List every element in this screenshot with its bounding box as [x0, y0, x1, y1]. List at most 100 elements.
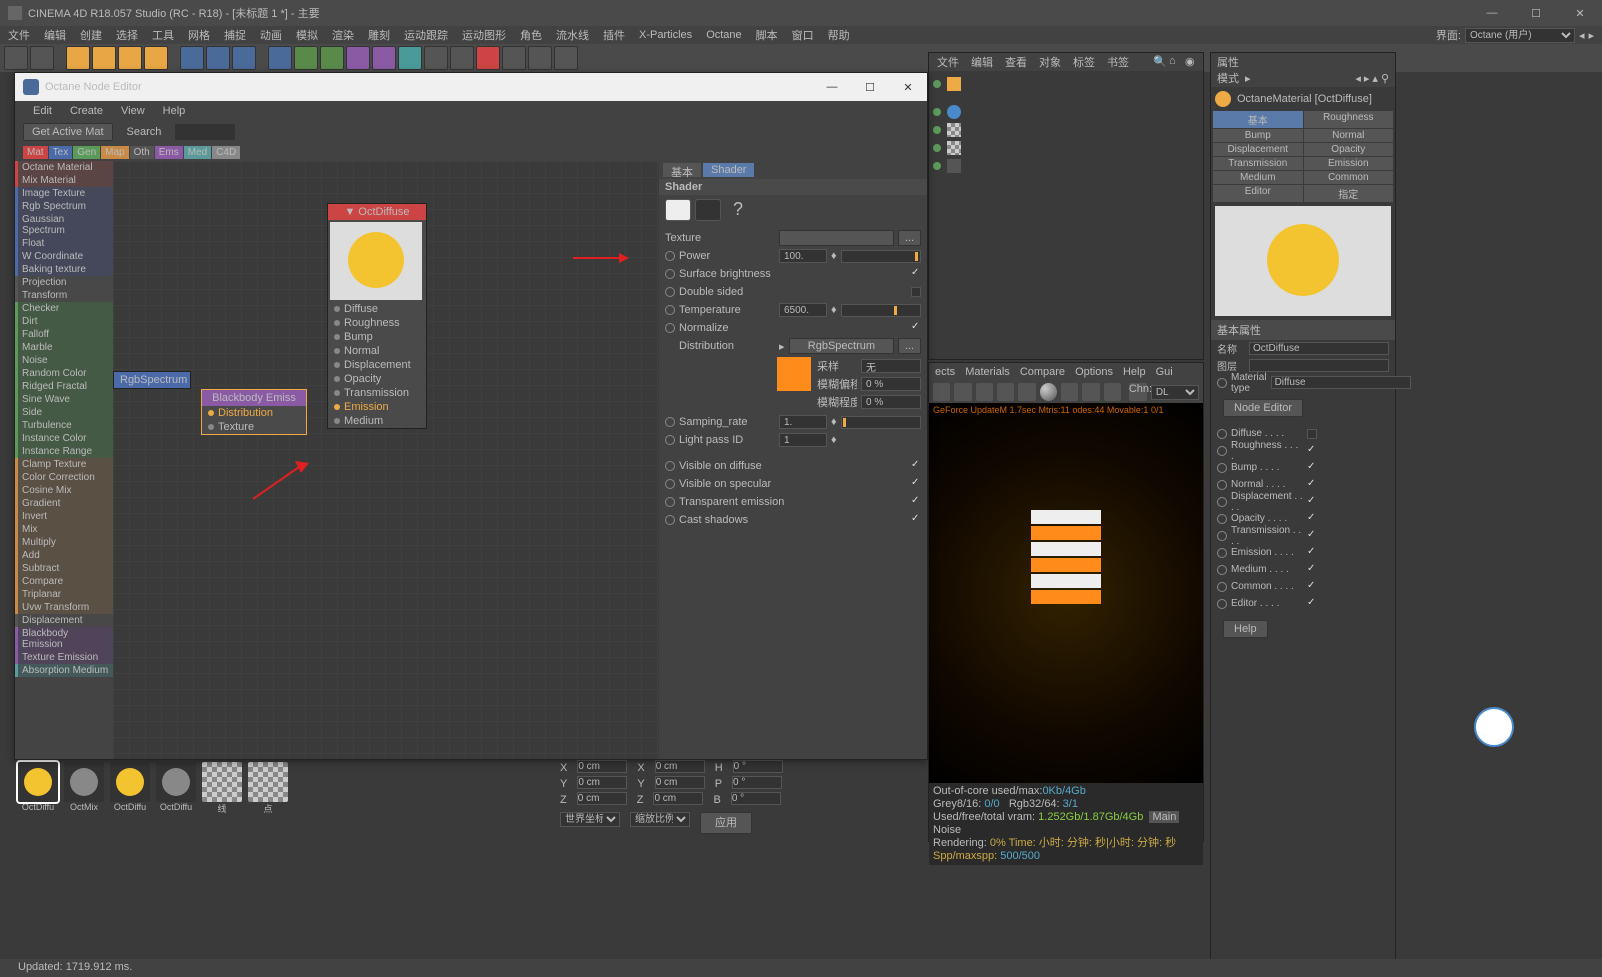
material-slot[interactable]: OctDiffu — [110, 762, 150, 814]
tool-axis-y[interactable] — [92, 46, 116, 70]
tag-oth[interactable]: Oth — [130, 146, 154, 159]
shader-help-icon[interactable]: ? — [725, 199, 751, 221]
library-item[interactable]: Instance Color — [15, 432, 113, 445]
maximize-button[interactable]: ☐ — [1514, 0, 1558, 26]
ne-menu-help[interactable]: Help — [163, 105, 186, 117]
obj-menu-view[interactable]: 查看 — [1005, 54, 1027, 70]
sampling-input[interactable] — [779, 415, 827, 429]
coord-x-size[interactable] — [655, 760, 705, 773]
lv-menu-materials[interactable]: Materials — [965, 366, 1010, 378]
tag-tex[interactable]: Tex — [49, 146, 73, 159]
attr-displacement-anim[interactable] — [1217, 497, 1227, 507]
tab-basic[interactable]: 基本 — [663, 163, 701, 177]
normalize-check[interactable] — [911, 323, 921, 333]
coord-p[interactable] — [732, 776, 782, 789]
material-slot[interactable]: 线 — [202, 762, 242, 814]
material-slot[interactable]: OctDiffu — [156, 762, 196, 814]
lv-menu-objects[interactable]: ects — [935, 366, 955, 378]
tool-camera[interactable] — [424, 46, 448, 70]
tool-environment[interactable] — [398, 46, 422, 70]
lv-menu-options[interactable]: Options — [1075, 366, 1113, 378]
library-item[interactable]: Subtract — [15, 562, 113, 575]
attr-emission-check[interactable] — [1307, 548, 1317, 558]
port-emission[interactable]: Emission — [328, 400, 426, 414]
menu-octane[interactable]: Octane — [706, 29, 741, 41]
castsh-check[interactable] — [911, 515, 921, 525]
sample-input[interactable] — [861, 359, 921, 373]
material-slot[interactable]: OctDiffu — [18, 762, 58, 814]
dist-button[interactable]: RgbSpectrum — [789, 338, 894, 354]
transem-check[interactable] — [911, 497, 921, 507]
tag-ems[interactable]: Ems — [155, 146, 183, 159]
visdif-check[interactable] — [911, 461, 921, 471]
home-icon[interactable]: ⌂ — [1169, 55, 1183, 69]
node-library-list[interactable]: Octane MaterialMix MaterialImage Texture… — [15, 161, 113, 759]
attr-mattype-input[interactable] — [1271, 376, 1411, 389]
attr-mattype-anim[interactable] — [1217, 378, 1227, 388]
port-roughness[interactable]: Roughness — [328, 316, 426, 330]
tool-generator[interactable] — [346, 46, 370, 70]
sampling-anim[interactable] — [665, 417, 675, 427]
obj-item-4[interactable] — [947, 141, 961, 155]
search-icon[interactable]: 🔍 — [1153, 55, 1167, 69]
dist-browse[interactable]: ... — [898, 338, 921, 354]
obj-vis-5[interactable] — [933, 162, 941, 170]
menu-help[interactable]: 帮助 — [828, 27, 850, 43]
library-item[interactable]: Gradient — [15, 497, 113, 510]
lv-menu-help[interactable]: Help — [1123, 366, 1146, 378]
tool-oct3[interactable] — [554, 46, 578, 70]
blur-deg-input[interactable] — [861, 395, 921, 409]
library-item[interactable]: Ridged Fractal — [15, 380, 113, 393]
port-bump[interactable]: Bump — [328, 330, 426, 344]
node-blackbody[interactable]: Blackbody Emiss Distribution Texture — [201, 389, 307, 435]
tool-render-settings[interactable] — [232, 46, 256, 70]
attr-transmission-anim[interactable] — [1217, 531, 1227, 541]
library-item[interactable]: Texture Emission — [15, 651, 113, 664]
tag-mat[interactable]: Mat — [23, 146, 48, 159]
menu-plugins[interactable]: 插件 — [603, 27, 625, 43]
tool-spline[interactable] — [294, 46, 318, 70]
tab-bump[interactable]: Bump — [1213, 129, 1303, 142]
coord-b[interactable] — [731, 792, 781, 805]
lv-clock-icon[interactable] — [1061, 383, 1078, 401]
visdif-anim[interactable] — [665, 461, 675, 471]
library-item[interactable]: Baking texture — [15, 263, 113, 276]
normalize-anim[interactable] — [665, 323, 675, 333]
tool-deformer[interactable] — [372, 46, 396, 70]
attr-name-input[interactable] — [1249, 342, 1389, 355]
tab-displacement[interactable]: Displacement — [1213, 143, 1303, 156]
eye-icon[interactable]: ◉ — [1185, 55, 1199, 69]
port-normal[interactable]: Normal — [328, 344, 426, 358]
coord-h[interactable] — [733, 760, 783, 773]
tag-gen[interactable]: Gen — [73, 146, 100, 159]
obj-vis-1[interactable] — [933, 80, 941, 88]
material-slot[interactable]: 点 — [248, 762, 288, 814]
material-slot[interactable]: OctMix — [64, 762, 104, 814]
coord-apply-button[interactable]: 应用 — [700, 812, 752, 834]
ne-maximize-button[interactable]: ☐ — [851, 73, 889, 101]
library-item[interactable]: Transform — [15, 289, 113, 302]
coord-z-size[interactable] — [653, 792, 703, 805]
obj-vis-4[interactable] — [933, 144, 941, 152]
library-item[interactable]: Compare — [15, 575, 113, 588]
tag-map[interactable]: Map — [101, 146, 128, 159]
tab-normal[interactable]: Normal — [1304, 129, 1394, 142]
blur-off-input[interactable] — [861, 377, 921, 391]
menu-xparticles[interactable]: X-Particles — [639, 29, 692, 41]
tag-c4d[interactable]: C4D — [212, 146, 240, 159]
power-input[interactable] — [779, 249, 827, 263]
library-item[interactable]: Add — [15, 549, 113, 562]
tool-axis-z[interactable] — [118, 46, 142, 70]
obj-menu-object[interactable]: 对象 — [1039, 54, 1061, 70]
visspec-check[interactable] — [911, 479, 921, 489]
obj-item-5[interactable] — [947, 159, 961, 173]
tab-emission[interactable]: Emission — [1304, 157, 1394, 170]
lv-pin-icon[interactable] — [1082, 383, 1099, 401]
tab-shader[interactable]: Shader — [703, 163, 754, 177]
lv-pause-icon[interactable] — [954, 383, 971, 401]
temp-anim[interactable] — [665, 305, 675, 315]
tool-oct2[interactable] — [528, 46, 552, 70]
lv-tab-main[interactable]: Main — [1149, 811, 1179, 823]
obj-menu-tags[interactable]: 标签 — [1073, 54, 1095, 70]
attr-medium-anim[interactable] — [1217, 565, 1227, 575]
